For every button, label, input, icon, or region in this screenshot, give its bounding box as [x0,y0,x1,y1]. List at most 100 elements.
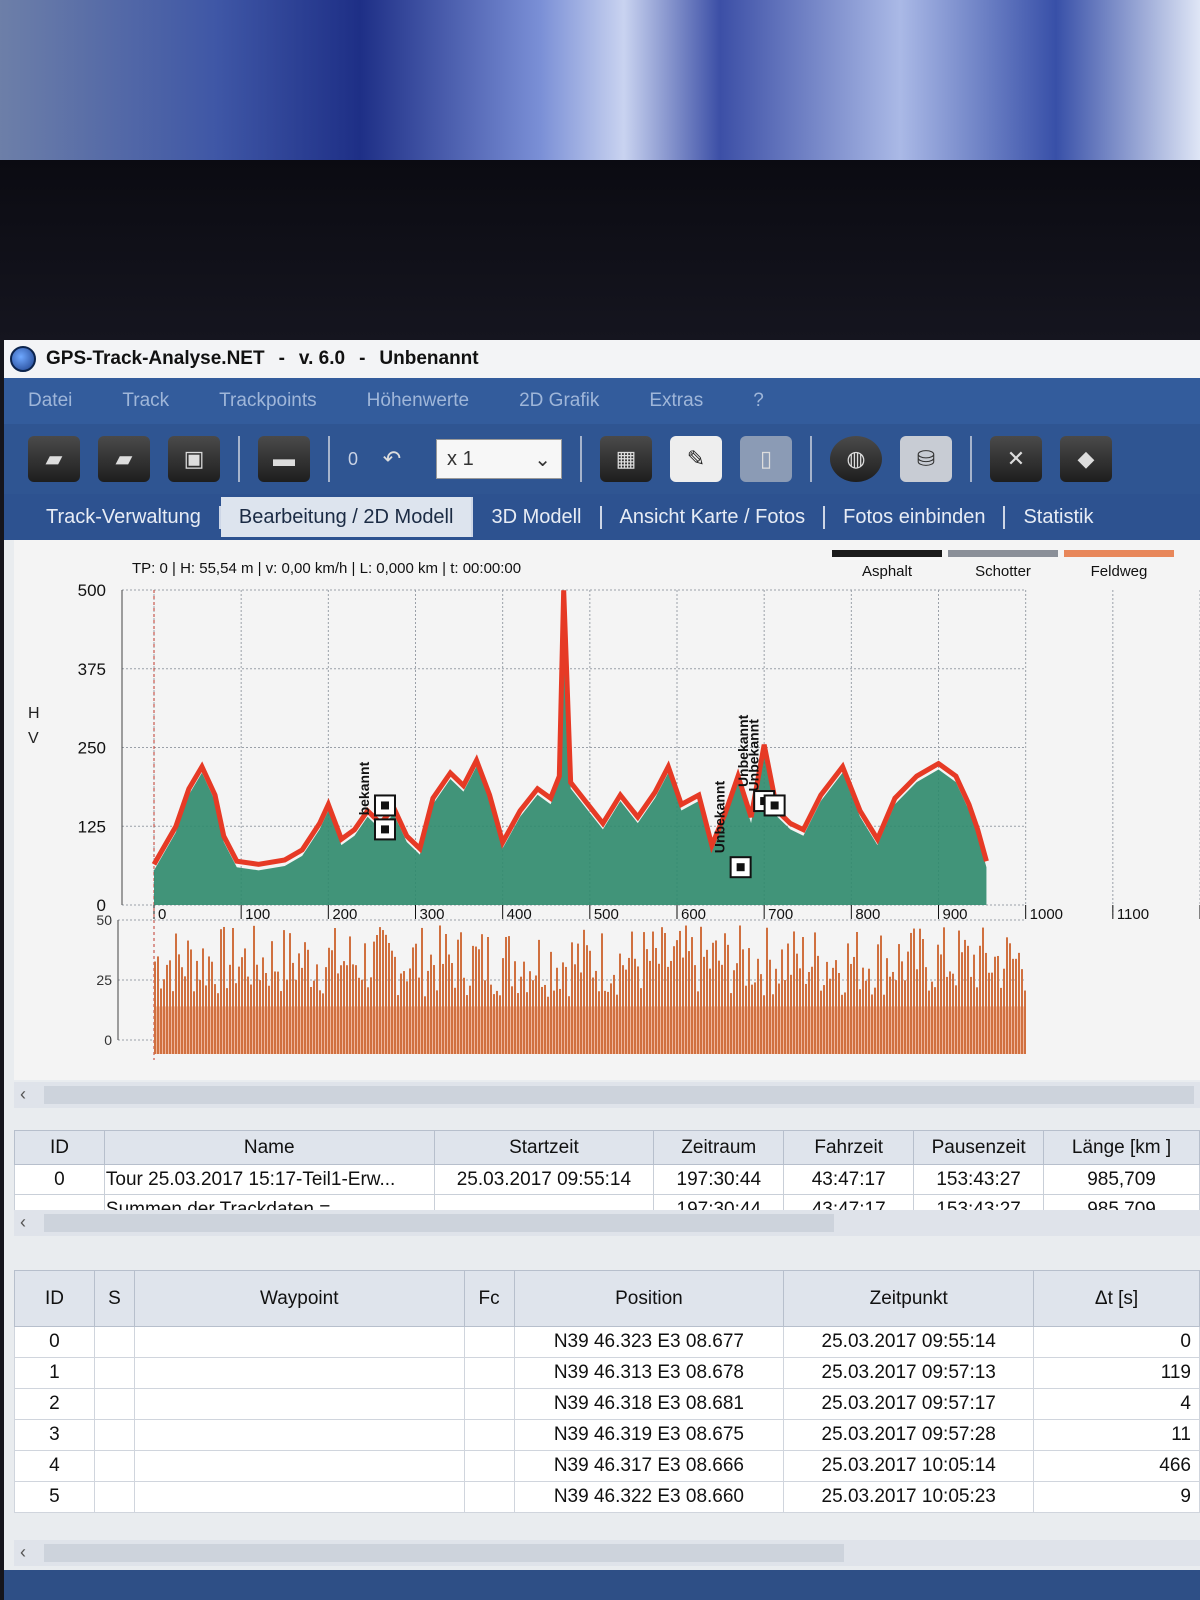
speed-bar [652,931,654,1054]
table-cell: 466 [1033,1450,1200,1482]
speed-bar [685,925,687,1054]
tools-icon[interactable]: ✕ [990,436,1043,482]
print-icon[interactable]: ▦ [600,436,653,482]
menu-hoehenwerte[interactable]: Höhenwerte [367,390,469,412]
waypoint-table-header: ID S Waypoint Fc Position Zeitpunkt Δt [s] [14,1270,1200,1327]
scrollbar-thumb[interactable] [44,1086,1194,1104]
speed-bar [217,993,219,1054]
speed-bar [919,928,921,1054]
speed-bar [709,968,711,1054]
speed-bar [760,974,762,1054]
x-tick-label: 200 [332,906,357,923]
undo-icon[interactable]: ↶ [366,436,418,482]
table-row[interactable]: 4 N39 46.317 E3 08.666 25.03.2017 10:05:14… [14,1450,1200,1482]
waypoint-marker-dot [380,801,389,810]
table-row[interactable]: 5 N39 46.322 E3 08.660 25.03.2017 10:05:23… [14,1481,1200,1513]
waypoint-label: bekannt [356,761,372,815]
elevation-chart: 5003752501250 0 100 200 300 400 500 600 700 800 90… [78,581,1200,1060]
scrollbar-thumb[interactable] [44,1214,834,1232]
open-folder-icon[interactable]: ▰ [28,436,80,482]
table-row[interactable]: 0 Tour 25.03.2017 15:17-Teil1-Erw... 25.03… [14,1164,1200,1195]
speed-bar [967,945,969,1054]
menu-track[interactable]: Track [122,390,169,412]
speed-bar [325,967,327,1054]
waypoint-horizontal-scrollbar[interactable]: ‹ [14,1540,1200,1566]
speed-bar [979,945,981,1054]
speed-bar [739,925,741,1054]
speed-bar [661,927,663,1054]
speed-bar [937,944,939,1054]
speed-bar [763,995,765,1054]
speed-bar [349,936,351,1054]
speed-bar [391,950,393,1054]
table-cell: 3 [14,1419,95,1451]
column-header: Zeitpunkt [783,1270,1035,1327]
gps-device-icon[interactable]: ▬ [258,436,310,482]
column-header: ID [14,1270,95,1327]
table-cell [133,1450,465,1482]
table-cell: 25.03.2017 10:05:23 [783,1481,1035,1513]
speed-bar [280,991,282,1054]
speed-bar [529,971,531,1054]
menu-extras[interactable]: Extras [649,390,703,412]
scroll-left-arrow-icon[interactable]: ‹ [20,1542,26,1563]
speed-bar [397,995,399,1054]
zoom-select[interactable]: x 1 ⌄ [436,439,563,479]
speed-bar [328,947,330,1054]
table-row[interactable]: 3 N39 46.319 E3 08.675 25.03.2017 09:57:28… [14,1419,1200,1451]
menu-datei[interactable]: Datei [28,390,72,412]
tab-track-verwaltung[interactable]: Track-Verwaltung [28,505,221,529]
scrollbar-thumb[interactable] [44,1544,844,1562]
speed-bar [643,932,645,1054]
trash-icon[interactable]: ▯ [740,436,793,482]
column-header: ID [14,1130,105,1165]
speed-bar [373,941,375,1054]
tab-3d-modell[interactable]: 3D Modell [473,505,602,529]
speed-bar [805,983,807,1054]
speed-bar [730,993,732,1054]
waypoint-label: Unbekannt [746,719,762,792]
scroll-left-arrow-icon[interactable]: ‹ [20,1212,26,1233]
speed-bar [436,990,438,1054]
speed-bar [676,940,678,1054]
table-row[interactable]: 0 N39 46.323 E3 08.677 25.03.2017 09:55:14… [14,1326,1200,1358]
speed-bar [472,945,474,1054]
database-icon[interactable]: ⛁ [900,436,953,482]
speed-bar [340,965,342,1054]
speed-bar [157,956,159,1054]
tab-statistik[interactable]: Statistik [1005,506,1111,529]
notepad-icon[interactable]: ✎ [670,436,723,482]
open-green-folder-icon[interactable]: ▰ [98,436,150,482]
speed-bar [304,942,306,1054]
waypoint-table[interactable]: ID S Waypoint Fc Position Zeitpunkt Δt [s] 0 N3… [14,1270,1200,1513]
speed-bar [994,956,996,1054]
speed-bar [514,961,516,1054]
speed-bar [181,967,183,1054]
speed-bar [229,964,231,1054]
speed-bar [541,986,543,1054]
speed-bar [226,988,228,1054]
menu-help[interactable]: ? [753,390,764,412]
tab-ansicht-karte[interactable]: Ansicht Karte / Fotos [602,505,826,529]
elevation-chart-panel[interactable]: TP: 0 | H: 55,54 m | v: 0,00 km/h | L: 0… [14,540,1200,1080]
track-horizontal-scrollbar[interactable]: ‹ [14,1210,1200,1236]
table-row[interactable]: 2 N39 46.318 E3 08.681 25.03.2017 09:57:17… [14,1388,1200,1420]
globe-icon[interactable]: ◍ [830,436,883,482]
speed-bar [748,948,750,1054]
speed-bar [865,980,867,1054]
chart-horizontal-scrollbar[interactable]: ‹ [14,1082,1200,1108]
scroll-left-arrow-icon[interactable]: ‹ [20,1084,26,1105]
speed-bar [841,994,843,1054]
speed-bar [250,984,252,1054]
table-cell [463,1481,515,1513]
tab-fotos-einbinden[interactable]: Fotos einbinden [825,505,1006,529]
layers-icon[interactable]: ◆ [1060,436,1113,482]
table-row[interactable]: 1 N39 46.313 E3 08.678 25.03.2017 09:57:13… [14,1357,1200,1389]
save-disk-icon[interactable]: ▣ [168,436,220,482]
menu-2d-grafik[interactable]: 2D Grafik [519,390,599,412]
title-separator: - [278,348,285,369]
menu-trackpoints[interactable]: Trackpoints [219,390,317,412]
speed-bar [823,985,825,1054]
tab-bearbeitung-2d[interactable]: Bearbeitung / 2D Modell [220,497,474,537]
speed-bar [667,966,669,1054]
